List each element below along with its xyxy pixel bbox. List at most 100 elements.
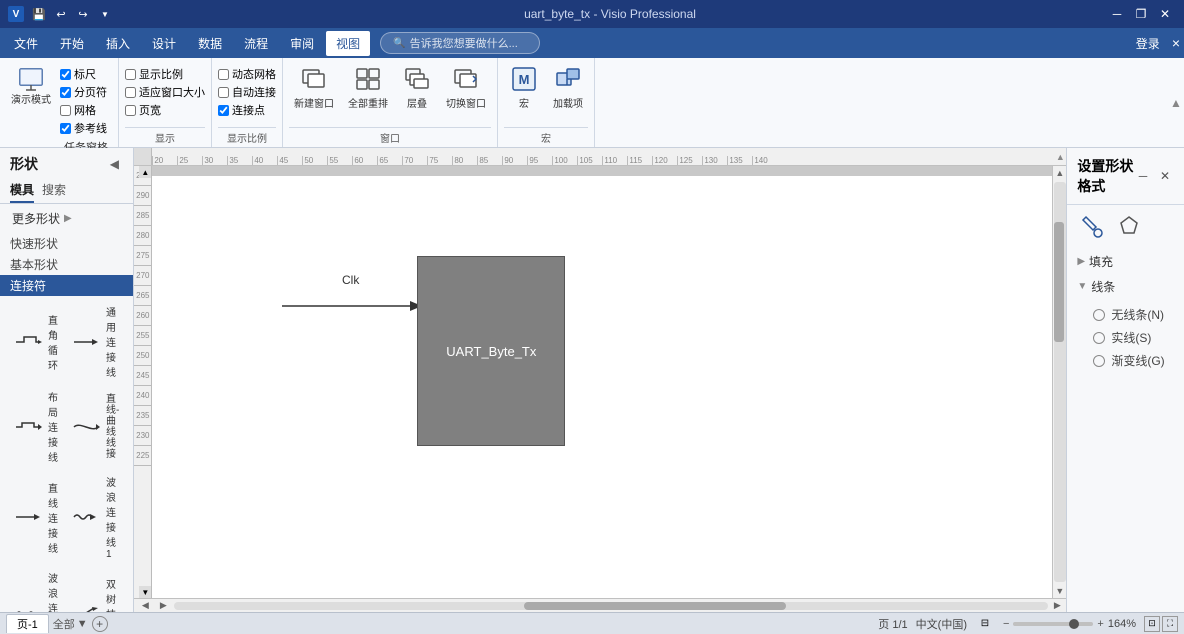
ruler-checkbox[interactable] bbox=[60, 69, 71, 80]
connect-point-check[interactable]: 连接点 bbox=[218, 102, 276, 118]
ribbon-close-button[interactable]: × bbox=[1172, 35, 1180, 51]
connectors-section[interactable]: 连接符 bbox=[0, 275, 133, 296]
guide-checkbox[interactable] bbox=[60, 123, 71, 134]
solid-line-option[interactable]: 实线(S) bbox=[1093, 326, 1174, 349]
menu-insert[interactable]: 插入 bbox=[96, 31, 140, 56]
scroll-right-button[interactable]: ▶ bbox=[1050, 599, 1064, 613]
page-tab-1[interactable]: 页-1 bbox=[6, 614, 49, 633]
more-shapes-nav[interactable]: 更多形状 ▶ bbox=[8, 208, 76, 229]
customize-button[interactable]: ▼ bbox=[96, 5, 114, 23]
shape-line-curve-connector[interactable]: 直线-曲线线接 bbox=[66, 385, 125, 468]
fit-window-check[interactable]: 适应窗口大小 bbox=[125, 84, 205, 100]
scroll-up-button[interactable]: ▲ bbox=[1053, 166, 1067, 180]
menu-search-box[interactable]: 🔍 告诉我您想要做什么... bbox=[380, 32, 540, 54]
zoom-slider[interactable] bbox=[1013, 622, 1093, 626]
vertical-scrollbar[interactable]: ▲ ▼ bbox=[1052, 166, 1066, 598]
save-button[interactable]: 💾 bbox=[30, 5, 48, 23]
menu-review[interactable]: 审阅 bbox=[280, 31, 324, 56]
guide-check[interactable]: 参考线 bbox=[60, 120, 112, 136]
restore-button[interactable]: ❐ bbox=[1130, 4, 1152, 24]
shape-wave-connector2[interactable]: 波浪连接线 2 bbox=[8, 566, 64, 612]
basic-shapes-section[interactable]: 基本形状 bbox=[0, 254, 133, 275]
scroll-thumb-v[interactable] bbox=[1054, 222, 1064, 342]
ruler-check[interactable]: 标尺 bbox=[60, 66, 112, 82]
addins-button[interactable]: 加载项 bbox=[548, 62, 588, 113]
ruler-scroll-right[interactable]: ▲ bbox=[1054, 152, 1066, 162]
zoom-thumb[interactable] bbox=[1069, 619, 1079, 629]
panel-collapse-button[interactable]: ◀ bbox=[105, 155, 123, 173]
tab-search[interactable]: 搜索 bbox=[42, 178, 66, 203]
scroll-down-button[interactable]: ▼ bbox=[1053, 584, 1067, 598]
canvas-scroll-area[interactable]: Clk UART_Byte_Tx bbox=[152, 166, 1052, 598]
status-icon[interactable]: ⊟ bbox=[975, 616, 995, 632]
ribbon-collapse-button[interactable]: ▲ bbox=[1168, 73, 1184, 133]
show-scale-checkbox[interactable] bbox=[125, 69, 136, 80]
page-break-check[interactable]: 分页符 bbox=[60, 84, 112, 100]
uart-box[interactable]: UART_Byte_Tx bbox=[417, 256, 565, 446]
quick-shapes-section[interactable]: 快速形状 bbox=[0, 233, 133, 254]
login-button[interactable]: 登录 bbox=[1128, 33, 1168, 54]
menu-data[interactable]: 数据 bbox=[188, 31, 232, 56]
panel-close-button[interactable]: ✕ bbox=[1156, 167, 1174, 185]
grid-checkbox[interactable] bbox=[60, 105, 71, 116]
presentation-mode-button[interactable]: 演示模式 bbox=[6, 62, 56, 109]
fit-page-button[interactable]: ⊡ bbox=[1144, 616, 1160, 632]
ruler-v-scroll-up[interactable]: ▲ bbox=[139, 166, 151, 178]
undo-button[interactable]: ↩ bbox=[52, 5, 70, 23]
shape-right-angle-loop[interactable]: 直角循环 bbox=[8, 300, 64, 383]
add-page-button[interactable]: + bbox=[92, 616, 108, 632]
page-break-checkbox[interactable] bbox=[60, 87, 71, 98]
zoom-in-button[interactable]: + bbox=[1097, 618, 1103, 630]
grid-check[interactable]: 网格 bbox=[60, 102, 112, 118]
macro-button[interactable]: M 宏 bbox=[504, 62, 544, 113]
shape-general-connector[interactable]: 通用连接线 bbox=[66, 300, 125, 383]
tab-stencil[interactable]: 模具 bbox=[10, 178, 34, 203]
paint-bucket-icon[interactable] bbox=[1077, 213, 1105, 241]
ruler-v-scroll-down[interactable]: ▼ bbox=[139, 586, 151, 598]
redo-button[interactable]: ↪ bbox=[74, 5, 92, 23]
page-width-check[interactable]: 页宽 bbox=[125, 102, 205, 118]
diagram-canvas[interactable]: Clk UART_Byte_Tx bbox=[152, 176, 1052, 598]
shape-outline-icon[interactable] bbox=[1115, 213, 1143, 241]
connect-point-checkbox[interactable] bbox=[218, 105, 229, 116]
scroll-right-button2[interactable]: ▶ bbox=[154, 599, 172, 613]
solid-line-radio[interactable] bbox=[1093, 332, 1105, 344]
scroll-left-button[interactable]: ◀ bbox=[136, 599, 154, 613]
arrange-all-button[interactable]: 全部重排 bbox=[343, 62, 393, 113]
fill-section-toggle[interactable]: ▶ 填充 bbox=[1077, 249, 1174, 274]
fit-window-checkbox[interactable] bbox=[125, 87, 136, 98]
fullscreen-button[interactable]: ⛶ bbox=[1162, 616, 1178, 632]
switch-window-button[interactable]: 切换窗口 bbox=[441, 62, 491, 113]
dynamic-grid-checkbox[interactable] bbox=[218, 69, 229, 80]
shape-double-tree-angle[interactable]: 双树枝斜角 bbox=[66, 566, 125, 612]
panel-pin-button[interactable]: ─ bbox=[1134, 167, 1152, 185]
show-scale-check[interactable]: 显示比例 bbox=[125, 66, 205, 82]
shape-wave-connector1[interactable]: 波浪连接线 1 bbox=[66, 470, 125, 564]
new-window-button[interactable]: 新建窗口 bbox=[289, 62, 339, 113]
cascade-button[interactable]: 层叠 bbox=[397, 62, 437, 113]
close-button[interactable]: ✕ bbox=[1154, 4, 1176, 24]
shape-straight-connector[interactable]: 直线连接线 bbox=[8, 470, 64, 564]
no-line-radio[interactable] bbox=[1093, 309, 1105, 321]
auto-connect-check[interactable]: 自动连接 bbox=[218, 84, 276, 100]
scroll-thumb-h[interactable] bbox=[524, 602, 786, 610]
gradient-line-radio[interactable] bbox=[1093, 355, 1105, 367]
menu-view[interactable]: 视图 bbox=[326, 31, 370, 56]
no-line-option[interactable]: 无线条(N) bbox=[1093, 303, 1174, 326]
gradient-line-option[interactable]: 渐变线(G) bbox=[1093, 349, 1174, 372]
horizontal-scrollbar[interactable]: ◀ ▶ ▶ bbox=[134, 598, 1066, 612]
auto-connect-checkbox[interactable] bbox=[218, 87, 229, 98]
minimize-button[interactable]: ─ bbox=[1106, 4, 1128, 24]
scroll-track-v[interactable] bbox=[1054, 182, 1066, 582]
menu-process[interactable]: 流程 bbox=[234, 31, 278, 56]
zoom-out-button[interactable]: − bbox=[1003, 618, 1009, 630]
line-section-toggle[interactable]: ▼ 线条 bbox=[1077, 274, 1174, 299]
menu-design[interactable]: 设计 bbox=[142, 31, 186, 56]
dynamic-grid-check[interactable]: 动态网格 bbox=[218, 66, 276, 82]
menu-home[interactable]: 开始 bbox=[50, 31, 94, 56]
scroll-track-h[interactable] bbox=[174, 602, 1048, 610]
page-width-checkbox[interactable] bbox=[125, 105, 136, 116]
menu-file[interactable]: 文件 bbox=[4, 31, 48, 56]
all-pages-button[interactable]: 全部 ▼ bbox=[53, 616, 88, 632]
shape-layout-connector[interactable]: 布局连接线 bbox=[8, 385, 64, 468]
